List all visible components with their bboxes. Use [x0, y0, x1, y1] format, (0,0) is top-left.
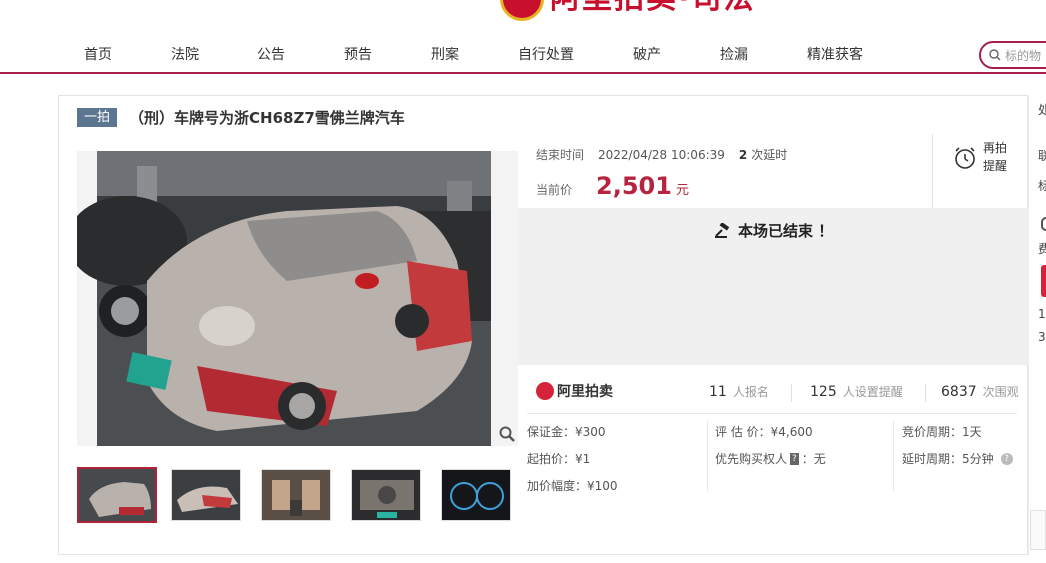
main-nav: 首页 法院 公告 预告 刑案 自行处置 破产 捡漏 精准获客 标的物: [0, 36, 1046, 74]
deposit: 保证金：¥300: [527, 425, 606, 439]
sidebar-icon: [1041, 217, 1046, 231]
sidebar-text: 1: [1038, 307, 1046, 321]
end-time-value: 2022/04/28 10:06:39: [598, 148, 725, 162]
main-photo[interactable]: [67, 151, 518, 446]
price-label: 当前价: [536, 183, 573, 197]
delay-cycle-text: 延时周期：5分钟: [902, 452, 994, 466]
thumbnail-2[interactable]: [171, 469, 241, 521]
auction-card: 一拍 （刑）车牌号为浙CH68Z7雪佛兰牌汽车 结束时间 2022/04/28 …: [58, 95, 1029, 555]
alarm-clock-icon: [955, 147, 975, 169]
court-emblem-icon: [500, 0, 544, 21]
nav-notice[interactable]: 公告: [257, 44, 285, 64]
ended-text: 本场已结束 ！: [738, 222, 834, 240]
ali-logo-text: 阿里拍卖: [557, 384, 613, 400]
nav-bargain[interactable]: 捡漏: [720, 44, 748, 64]
nav-criminal[interactable]: 刑案: [431, 44, 459, 64]
search-placeholder: 标的物: [1005, 48, 1042, 63]
site-logo[interactable]: 阿里拍卖·司法: [500, 0, 755, 21]
round-badge: 一拍: [77, 108, 118, 127]
signup-stat: 11 人报名: [709, 383, 769, 400]
reauction-remind-button[interactable]: 再拍提醒: [932, 134, 1029, 208]
priority-value: ：无: [801, 452, 826, 466]
car-photo-image: [67, 151, 491, 446]
bid-cycle: 竞价周期：1天: [902, 425, 982, 439]
sidebar-text: 3: [1038, 330, 1046, 344]
title-row: 一拍 （刑）车牌号为浙CH68Z7雪佛兰牌汽车: [77, 107, 405, 128]
nav-bankruptcy[interactable]: 破产: [633, 44, 661, 64]
delay-cycle: 延时周期：5分钟 ?: [902, 450, 1013, 467]
nav-self-disposal[interactable]: 自行处置: [518, 44, 574, 64]
thumbnail-5[interactable]: [441, 469, 511, 521]
delay-count: 2: [738, 148, 748, 162]
start-price: 起拍价：¥1: [527, 452, 591, 466]
view-count: 6837: [941, 384, 977, 400]
gavel-icon: [715, 222, 730, 238]
page-title: （刑）车牌号为浙CH68Z7雪佛兰牌汽车: [129, 109, 405, 127]
search-input[interactable]: 标的物: [979, 41, 1046, 69]
thumbnail-1[interactable]: [77, 467, 157, 523]
current-price: 2,501: [596, 172, 672, 200]
zoom-icon[interactable]: [499, 426, 515, 442]
nav-court[interactable]: 法院: [171, 44, 199, 64]
signup-count: 11: [709, 384, 727, 400]
search-icon: [989, 49, 1001, 61]
sidebar-text: 标: [1038, 179, 1046, 193]
sidebar-action-button[interactable]: [1041, 265, 1046, 297]
price-row: 当前价 2,501 元: [536, 172, 689, 200]
priority-label: 优先购买权人: [715, 452, 788, 466]
end-time-label: 结束时间: [536, 148, 585, 162]
divider: [707, 421, 708, 491]
thumbnail-3[interactable]: [261, 469, 331, 521]
ali-logo-icon: [536, 382, 554, 400]
ali-auction-logo: 阿里拍卖: [536, 381, 613, 401]
auction-ended-panel: 本场已结束 ！: [517, 208, 1029, 365]
divider: [925, 384, 926, 402]
reminder-count: 125: [810, 384, 837, 400]
sidebar-text: 联: [1038, 149, 1046, 163]
view-label: 次围观: [982, 385, 1019, 399]
nav-home[interactable]: 首页: [84, 44, 112, 64]
sidebar-text: 处: [1038, 103, 1046, 117]
help-icon[interactable]: ?: [1000, 452, 1013, 465]
right-sidebar: 处 联 标 费 1 3: [1028, 95, 1046, 555]
divider: [893, 421, 894, 491]
info-badge-icon[interactable]: ?: [790, 452, 799, 465]
end-time-row: 结束时间 2022/04/28 10:06:39 2 次延时: [536, 146, 787, 163]
bid-increment: 加价幅度：¥100: [527, 479, 618, 493]
delay-label: 次延时: [751, 148, 788, 162]
chat-widget-button[interactable]: [1030, 510, 1046, 550]
auction-ended-message: 本场已结束 ！: [714, 220, 833, 241]
divider: [527, 413, 1017, 414]
reminder-label: 人设置提醒: [842, 385, 903, 399]
logo-text: 阿里拍卖·司法: [550, 0, 755, 16]
priority-buyer: 优先购买权人 ? ：无: [715, 450, 826, 467]
reminder-stat: 125 人设置提醒: [810, 383, 903, 400]
sidebar-text: 费: [1038, 242, 1046, 256]
appraisal-price: 评 估 价：¥4,600: [715, 425, 813, 439]
remind-label: 再拍提醒: [983, 141, 1008, 173]
nav-leads[interactable]: 精准获客: [807, 44, 863, 64]
view-stat: 6837 次围观: [941, 383, 1019, 400]
divider: [791, 384, 792, 402]
nav-preview[interactable]: 预告: [344, 44, 372, 64]
signup-label: 人报名: [732, 385, 769, 399]
thumbnail-4[interactable]: [351, 469, 421, 521]
price-unit: 元: [675, 183, 689, 198]
